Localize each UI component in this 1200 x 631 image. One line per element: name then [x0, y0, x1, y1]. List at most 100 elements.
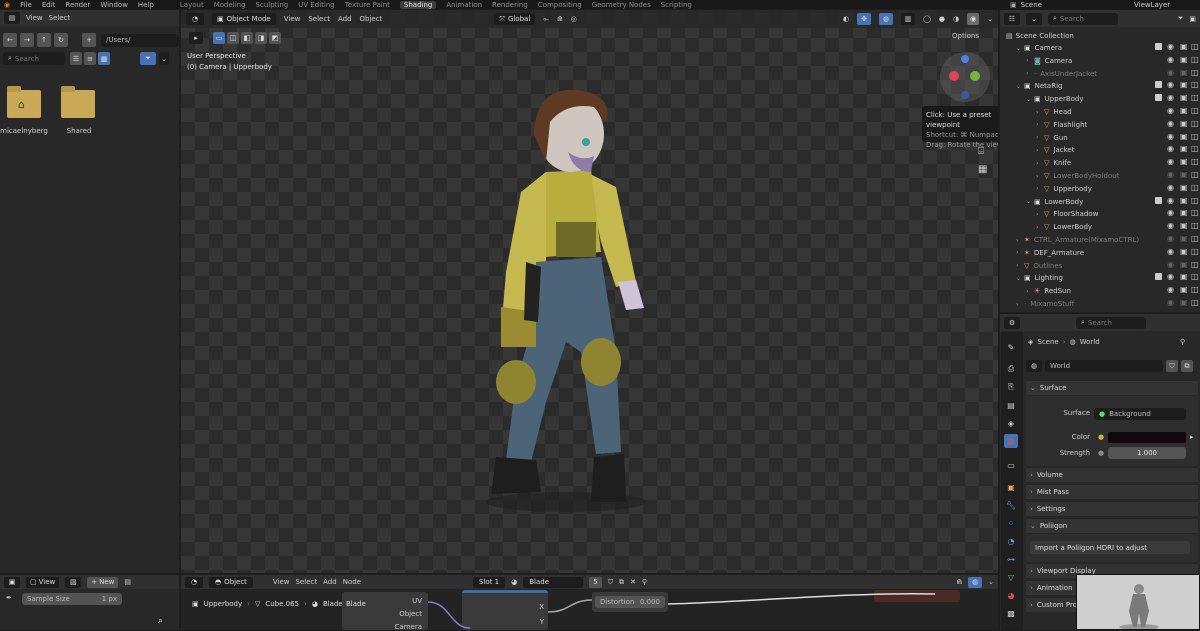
collection-tab-icon[interactable]: ▭	[1004, 458, 1018, 472]
render-camera-icon[interactable]: ▣	[1180, 144, 1188, 153]
outliner-row[interactable]: › ▽ LowerBody	[1036, 221, 1092, 233]
file-search-input[interactable]: ⌕ Search	[3, 52, 65, 65]
exclude-checkbox-icon[interactable]	[1155, 43, 1165, 52]
holdout-icon[interactable]: ◫	[1191, 196, 1199, 205]
render-camera-icon[interactable]: ▣	[1180, 119, 1188, 128]
blender-logo-icon[interactable]: ◉	[4, 1, 10, 9]
visibility-eye-icon[interactable]: ◉	[1167, 119, 1174, 128]
shader-type-dropdown[interactable]: ◓ Object	[209, 576, 253, 588]
scene-tab-icon[interactable]: ◈	[1004, 416, 1018, 430]
duplicate-icon[interactable]: ⧉	[1181, 360, 1193, 372]
expand-toggle-icon[interactable]: ›	[1036, 185, 1044, 192]
snap-icon[interactable]: ⋒	[557, 15, 563, 23]
surface-section-header[interactable]: ⌄ Surface	[1026, 380, 1198, 395]
mist-pass-section-header[interactable]: › Mist Pass	[1026, 484, 1198, 499]
character-model[interactable]	[476, 82, 676, 512]
render-camera-icon[interactable]: ▣	[1180, 106, 1188, 115]
open-folder-icon[interactable]: ▤	[124, 578, 131, 586]
camera-view-icon[interactable]: ⌹	[978, 146, 984, 157]
holdout-icon[interactable]: ◫	[1191, 68, 1199, 77]
render-camera-icon[interactable]: ▣	[1180, 285, 1188, 294]
visibility-eye-icon[interactable]: ◉	[1167, 234, 1174, 243]
visibility-eye-icon[interactable]: ◉	[1167, 132, 1174, 141]
outliner-row[interactable]: › ☀ RedSun	[1026, 285, 1071, 297]
menu-edit[interactable]: Edit	[42, 1, 56, 9]
outliner-row[interactable]: › ▽ Jacket	[1036, 144, 1074, 156]
display-mode-icon[interactable]: ⌄	[1026, 12, 1042, 25]
refresh-icon[interactable]: ↻	[54, 33, 68, 47]
render-camera-icon[interactable]: ▣	[1180, 42, 1188, 51]
file-select-menu[interactable]: Select	[49, 14, 71, 22]
outliner-row[interactable]: ⌄ ▣ Lighting	[1016, 272, 1063, 284]
snap-icon[interactable]: ⋒	[956, 578, 962, 586]
node-menu-select[interactable]: Select	[296, 578, 318, 586]
visibility-eye-icon[interactable]: ◉	[1167, 208, 1174, 217]
chevron-down-icon[interactable]: ⌄	[987, 15, 993, 23]
visibility-eye-icon[interactable]: ◉	[1167, 106, 1174, 115]
exclude-checkbox-icon[interactable]	[1155, 81, 1165, 90]
holdout-icon[interactable]: ◫	[1191, 260, 1199, 269]
wireframe-shading-icon[interactable]: ◯	[923, 15, 931, 23]
render-camera-icon[interactable]: ▣	[1180, 298, 1188, 307]
world-tab-icon[interactable]: ◍	[1004, 434, 1018, 448]
outliner-row[interactable]: › ◙ Camera	[1026, 55, 1072, 67]
visibility-eye-icon[interactable]: ◉	[1167, 196, 1174, 205]
viewport-menu-add[interactable]: Add	[338, 15, 352, 23]
color-socket-icon[interactable]: ●	[1098, 433, 1104, 441]
holdout-icon[interactable]: ◫	[1191, 93, 1199, 102]
rendered-shading-icon[interactable]: ◉	[967, 13, 980, 25]
view-layer-tab-icon[interactable]: ▤	[1004, 398, 1018, 412]
world-name-field[interactable]: World	[1045, 360, 1163, 372]
holdout-icon[interactable]: ◫	[1191, 221, 1199, 230]
filter-icon[interactable]: ⏷	[1178, 14, 1184, 23]
expand-toggle-icon[interactable]: ›	[1036, 173, 1044, 180]
expand-toggle-icon[interactable]: ›	[1026, 70, 1034, 77]
visibility-eye-icon[interactable]: ◉	[1167, 183, 1174, 192]
chevron-right-icon[interactable]: ▸	[1190, 433, 1194, 441]
outliner-row[interactable]: ⌄ ▣ NetaRig	[1016, 80, 1062, 92]
volume-section-header[interactable]: › Volume	[1026, 467, 1198, 482]
holdout-icon[interactable]: ◫	[1191, 234, 1199, 243]
outliner-row[interactable]: ⌄ ▣ Camera	[1016, 42, 1062, 54]
settings-section-header[interactable]: › Settings	[1026, 501, 1198, 516]
expand-toggle-icon[interactable]: ›	[1036, 211, 1044, 218]
expand-toggle-icon[interactable]: ›	[1036, 134, 1044, 141]
workspace-tab-animation[interactable]: Animation	[446, 1, 482, 9]
overlay-toggle-icon[interactable]: ◍	[879, 13, 894, 25]
render-camera-icon[interactable]: ▣	[1180, 93, 1188, 102]
render-tab-icon[interactable]: ⎙	[1004, 362, 1018, 376]
expand-toggle-icon[interactable]: ⌄	[1026, 96, 1034, 103]
poliigon-section-header[interactable]: ⌄ Poliigon	[1026, 518, 1198, 533]
expand-toggle-icon[interactable]: ›	[1016, 301, 1024, 308]
scene-collection-row[interactable]: ▤ Scene Collection	[1006, 30, 1074, 42]
fake-user-icon[interactable]: ⛉	[1166, 360, 1178, 372]
render-camera-icon[interactable]: ▣	[1180, 208, 1188, 217]
world-browse-icon[interactable]: ◍	[1026, 360, 1042, 372]
outliner-row[interactable]: › ▽ FloorShadow	[1036, 208, 1098, 220]
workspace-tab-uv-editing[interactable]: UV Editing	[298, 1, 335, 9]
node-editor-type-icon[interactable]: ◔	[185, 576, 203, 588]
list-vertical-icon[interactable]: ☰	[70, 52, 82, 65]
value-socket-icon[interactable]: ●	[1098, 449, 1104, 457]
visibility-eye-icon[interactable]: ◉	[1167, 157, 1174, 166]
render-camera-icon[interactable]: ▣	[1180, 55, 1188, 64]
poliigon-import-button[interactable]: Import a Poliigon HDRI to adjust	[1030, 541, 1190, 554]
data-tab-icon[interactable]: ▽	[1004, 570, 1018, 584]
render-camera-icon[interactable]: ▣	[1180, 260, 1188, 269]
menu-help[interactable]: Help	[138, 1, 154, 9]
3d-viewport[interactable]: ◔ ▣ Object Mode View Select Add Object ⤧ G…	[181, 10, 998, 573]
holdout-icon[interactable]: ◫	[1191, 42, 1199, 51]
holdout-icon[interactable]: ◫	[1191, 132, 1199, 141]
holdout-icon[interactable]: ◫	[1191, 285, 1199, 294]
select-invert-icon[interactable]: ◨	[255, 32, 267, 44]
image-editor-type-icon[interactable]: ▣	[4, 576, 20, 588]
new-folder-icon[interactable]: +	[82, 33, 96, 47]
axis-neg-z-handle[interactable]	[961, 91, 969, 99]
holdout-icon[interactable]: ◫	[1191, 247, 1199, 256]
unlink-icon[interactable]: ✕	[630, 578, 636, 586]
expand-toggle-icon[interactable]: ›	[1036, 121, 1044, 128]
visibility-eye-icon[interactable]: ◉	[1167, 272, 1174, 281]
new-image-button[interactable]: + New	[87, 576, 119, 588]
sample-tool-icon[interactable]: ✒	[6, 594, 12, 602]
visibility-icon[interactable]: ◐	[843, 15, 849, 23]
